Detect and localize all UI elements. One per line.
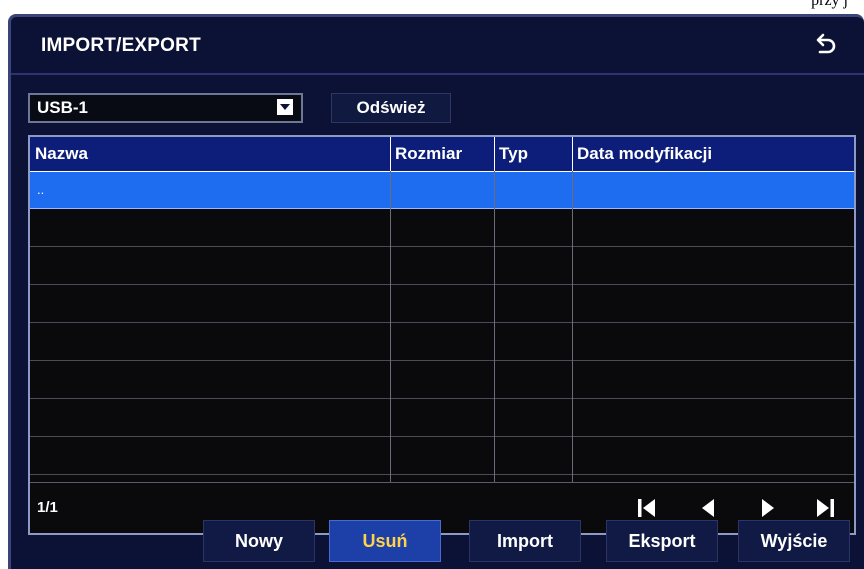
- prev-page-icon[interactable]: [695, 495, 721, 521]
- cell-date: [572, 210, 854, 246]
- cell-size: [390, 400, 494, 436]
- column-header-size[interactable]: Rozmiar: [390, 137, 494, 171]
- title-bar: IMPORT/EXPORT: [11, 17, 864, 75]
- cell-type: [494, 248, 572, 284]
- table-footer: 1/1: [30, 482, 854, 533]
- cell-size: [390, 210, 494, 246]
- table-row[interactable]: [30, 400, 854, 437]
- cell-date: [572, 362, 854, 398]
- first-page-icon[interactable]: [634, 495, 660, 521]
- table-row[interactable]: [30, 210, 854, 247]
- cell-date: [572, 324, 854, 360]
- column-divider: [494, 171, 495, 483]
- cell-name: [30, 400, 390, 436]
- table-row[interactable]: [30, 248, 854, 285]
- page-indicator: 1/1: [37, 499, 58, 516]
- exit-button[interactable]: Wyjście: [738, 520, 850, 562]
- import-button[interactable]: Import: [469, 520, 581, 562]
- next-page-icon[interactable]: [755, 495, 781, 521]
- cell-type: [494, 438, 572, 474]
- cell-size: [390, 362, 494, 398]
- file-table: Nazwa Rozmiar Typ Data modyfikacji .. 1/…: [28, 135, 856, 535]
- cell-size: [390, 172, 494, 208]
- cell-size: [390, 438, 494, 474]
- cell-date: [572, 400, 854, 436]
- page-caption: przy j: [811, 0, 848, 9]
- chevron-down-icon[interactable]: [277, 99, 293, 115]
- table-row[interactable]: ..: [30, 172, 854, 209]
- column-divider: [494, 137, 495, 171]
- cell-type: [494, 172, 572, 208]
- cell-type: [494, 400, 572, 436]
- table-row[interactable]: [30, 438, 854, 475]
- column-divider: [572, 171, 573, 483]
- last-page-icon[interactable]: [812, 495, 838, 521]
- device-select[interactable]: USB-1: [28, 93, 303, 123]
- refresh-button[interactable]: Odśwież: [331, 93, 451, 123]
- cell-date: [572, 172, 854, 208]
- cell-type: [494, 210, 572, 246]
- column-header-type[interactable]: Typ: [494, 137, 572, 171]
- cell-name: [30, 210, 390, 246]
- cell-type: [494, 286, 572, 322]
- export-button[interactable]: Eksport: [606, 520, 718, 562]
- cell-name: [30, 362, 390, 398]
- column-divider: [390, 137, 391, 171]
- cell-type: [494, 362, 572, 398]
- cell-type: [494, 324, 572, 360]
- cell-name: [30, 248, 390, 284]
- cell-date: [572, 286, 854, 322]
- cell-name: ..: [37, 182, 45, 197]
- column-header-name[interactable]: Nazwa: [30, 137, 390, 171]
- table-header: Nazwa Rozmiar Typ Data modyfikacji: [30, 137, 854, 172]
- cell-size: [390, 324, 494, 360]
- device-select-value: USB-1: [37, 98, 89, 117]
- window-title: IMPORT/EXPORT: [41, 35, 201, 56]
- table-row[interactable]: [30, 286, 854, 323]
- cell-date: [572, 248, 854, 284]
- cell-name: [30, 324, 390, 360]
- table-row[interactable]: [30, 324, 854, 361]
- cell-name: [30, 286, 390, 322]
- delete-button[interactable]: Usuń: [329, 520, 441, 562]
- cell-size: [390, 248, 494, 284]
- column-divider: [572, 137, 573, 171]
- column-header-date[interactable]: Data modyfikacji: [572, 137, 854, 171]
- cell-size: [390, 286, 494, 322]
- undo-arrow-icon[interactable]: [812, 31, 838, 57]
- import-export-window: IMPORT/EXPORT USB-1 Odśwież Nazwa Rozmia…: [8, 14, 864, 569]
- column-divider: [390, 171, 391, 483]
- table-row[interactable]: [30, 362, 854, 399]
- cell-date: [572, 438, 854, 474]
- cell-name: [30, 438, 390, 474]
- top-strip: przy j: [0, 0, 864, 14]
- new-button[interactable]: Nowy: [203, 520, 315, 562]
